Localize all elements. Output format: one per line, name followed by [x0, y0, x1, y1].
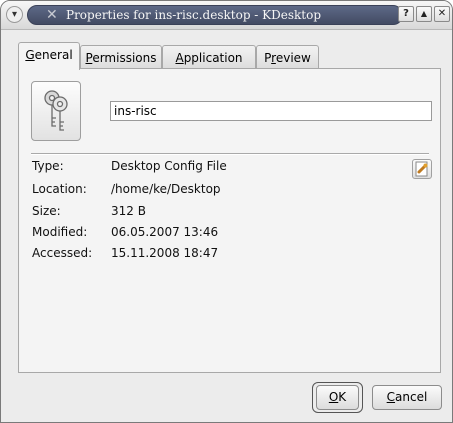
ok-button[interactable]: OK	[316, 385, 359, 410]
edit-file-type-button[interactable]	[412, 159, 432, 179]
title-bar[interactable]: ▾ ✕ Properties for ins-risc.desktop - KD…	[1, 1, 452, 30]
location-label: Location:	[32, 182, 87, 196]
icon-chooser-button[interactable]	[31, 81, 81, 141]
tab-label-part: eview	[275, 51, 311, 65]
close-button[interactable]: ✕	[434, 6, 450, 22]
chevron-down-icon: ▾	[11, 9, 18, 20]
size-label: Size:	[32, 204, 61, 218]
cross-icon: ✕	[46, 7, 58, 23]
tab-general[interactable]: General	[18, 42, 80, 70]
cancel-accelerator: C	[386, 390, 396, 404]
tab-preview[interactable]: Preview	[256, 45, 319, 69]
keys-icon	[44, 90, 68, 131]
separator	[31, 153, 429, 155]
cancel-button[interactable]: Cancel	[372, 385, 442, 410]
type-value: Desktop Config File	[111, 159, 227, 173]
size-value: 312 B	[111, 204, 146, 218]
type-label: Type:	[32, 159, 64, 173]
location-value: /home/ke/Desktop	[111, 182, 221, 196]
close-icon: ✕	[437, 8, 447, 19]
tab-label-part: ermissions	[92, 51, 157, 65]
window-title: Properties for ins-risc.desktop - KDeskt…	[66, 8, 322, 22]
tab-permissions[interactable]: Permissions	[80, 45, 162, 69]
tab-label-part: pplication	[183, 51, 243, 65]
wrench-icon	[415, 161, 428, 177]
ok-accelerator: O	[328, 390, 339, 404]
properties-dialog: ▾ ✕ Properties for ins-risc.desktop - KD…	[0, 0, 453, 423]
ok-label: K	[338, 390, 347, 404]
general-panel: ins-risc Type: Desktop Config File Locat…	[18, 68, 441, 373]
title-pill: ✕ Properties for ins-risc.desktop - KDes…	[27, 5, 403, 25]
maximize-button[interactable]: ▲	[416, 6, 432, 22]
accessed-value: 15.11.2008 18:47	[111, 246, 219, 260]
name-field[interactable]: ins-risc	[110, 101, 432, 121]
accessed-label: Accessed:	[32, 246, 93, 260]
window-menu-button[interactable]: ▾	[6, 6, 23, 23]
cancel-label: ancel	[395, 390, 428, 404]
tab-label-part: eneral	[34, 48, 73, 62]
tab-application[interactable]: Application	[162, 45, 256, 69]
tab-accelerator: G	[25, 48, 35, 62]
modified-value: 06.05.2007 13:46	[111, 225, 219, 239]
help-icon: ?	[403, 8, 409, 19]
modified-label: Modified:	[32, 225, 88, 239]
help-button[interactable]: ?	[398, 6, 414, 22]
tab-accelerator: A	[175, 51, 184, 65]
maximize-icon: ▲	[420, 9, 428, 18]
